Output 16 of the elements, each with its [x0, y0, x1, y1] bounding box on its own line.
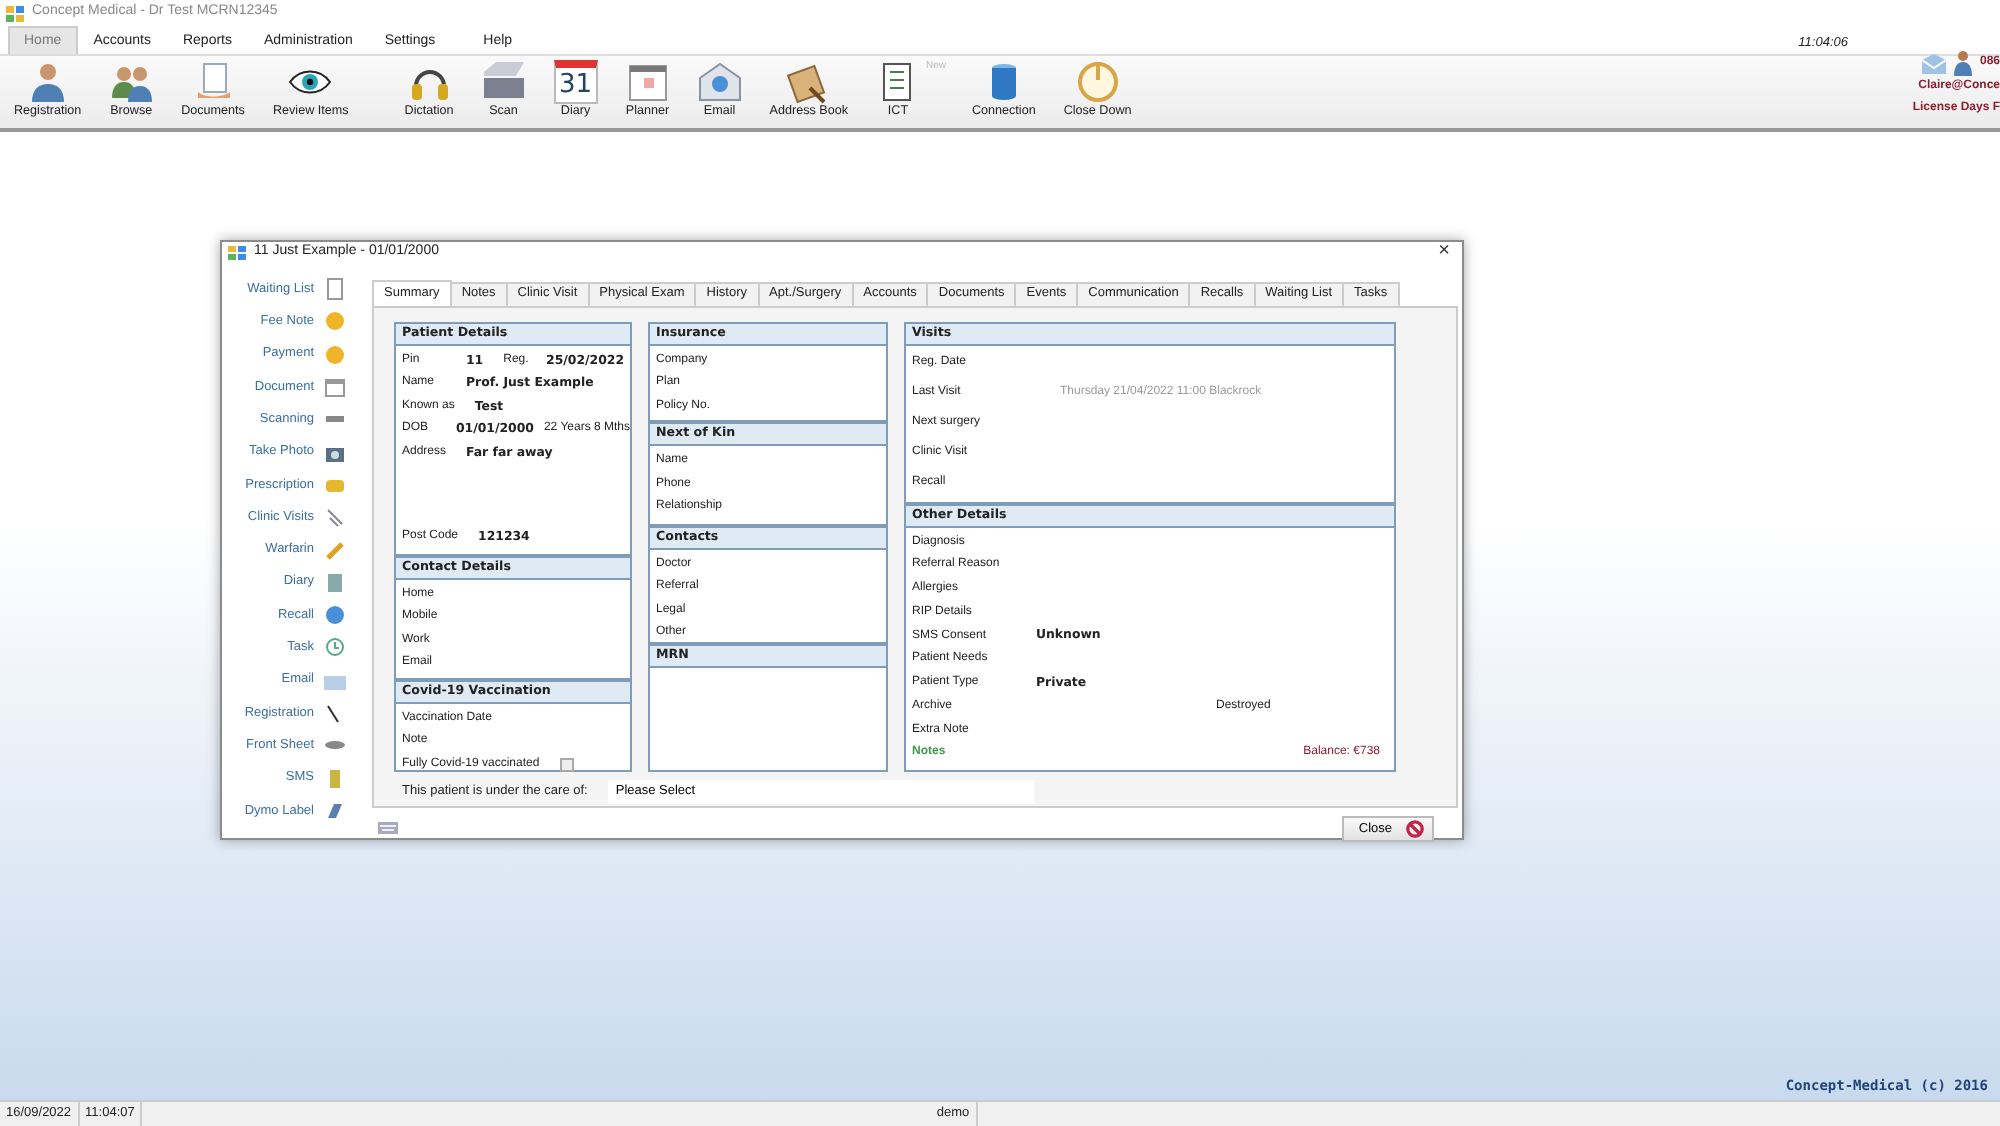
app-logo-icon: [6, 5, 24, 21]
keyboard-icon: [378, 822, 398, 835]
checkbox[interactable]: [559, 757, 574, 772]
pencil-icon: [324, 539, 346, 562]
coin-icon: [324, 343, 346, 366]
power-icon: [1075, 60, 1120, 104]
window-icon: [228, 245, 246, 260]
page-icon: [324, 278, 346, 301]
calendar-icon: [324, 376, 346, 399]
clock-icon: [324, 636, 346, 659]
calendar-icon: 31: [553, 60, 598, 104]
coin-icon: [324, 310, 346, 333]
no-entry-icon: [1406, 819, 1424, 838]
planner-icon: [625, 60, 670, 104]
close-button[interactable]: ×: [1426, 242, 1462, 263]
person-icon: [1953, 50, 1972, 76]
